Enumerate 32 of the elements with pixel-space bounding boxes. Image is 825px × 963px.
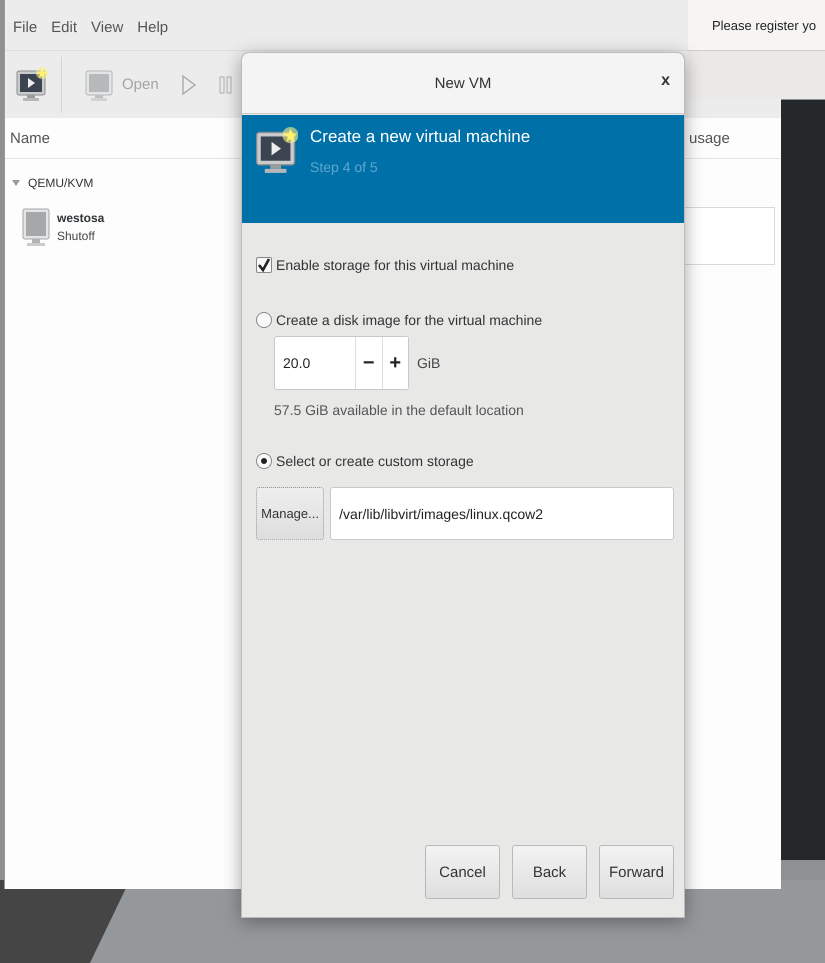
expander-icon[interactable]: [12, 179, 20, 187]
menu-item[interactable]: View: [91, 18, 124, 36]
notice-text: Please register yo: [711, 18, 816, 32]
dialog-button[interactable]: Cancel: [425, 845, 500, 899]
radio-label: Select or create custom storage: [276, 453, 474, 469]
close-button[interactable]: x: [655, 70, 676, 92]
radio-button[interactable]: [256, 312, 272, 328]
dialog-button[interactable]: Back: [512, 845, 587, 899]
checkbox[interactable]: [256, 257, 272, 273]
group-label[interactable]: QEMU/KVM: [28, 176, 94, 190]
unit-label: GiB: [417, 355, 440, 371]
column-header[interactable]: usage: [689, 130, 730, 146]
menu-item[interactable]: File: [13, 18, 38, 36]
column-header[interactable]: Name: [5, 130, 50, 146]
path-field[interactable]: /var/lib/libvirt/images/linux.qcow2: [330, 487, 674, 540]
size-spinner[interactable]: 20.0 − +: [274, 336, 409, 390]
header-title: Create a new virtual machine: [310, 127, 530, 147]
vm-name[interactable]: westosa: [57, 211, 104, 225]
checkbox-label: Enable storage for this virtual machine: [276, 257, 514, 273]
dialog-button[interactable]: Forward: [599, 845, 674, 899]
vm-status: Shutoff: [57, 229, 96, 243]
available-note: 57.5 GiB available in the default location: [274, 402, 525, 418]
manage-button[interactable]: Manage...: [256, 487, 324, 540]
window-title: New VM: [434, 74, 492, 92]
menu-item[interactable]: Edit: [51, 18, 78, 36]
radio-button[interactable]: [256, 453, 272, 469]
radio-label: Create a disk image for the virtual machine: [276, 312, 542, 328]
step-label: Step 4 of 5: [310, 159, 379, 175]
menu-item[interactable]: Help: [137, 18, 168, 36]
increment-button[interactable]: +: [382, 337, 408, 389]
new-vm-icon: [254, 127, 298, 175]
new-vm-icon[interactable]: [15, 66, 49, 102]
